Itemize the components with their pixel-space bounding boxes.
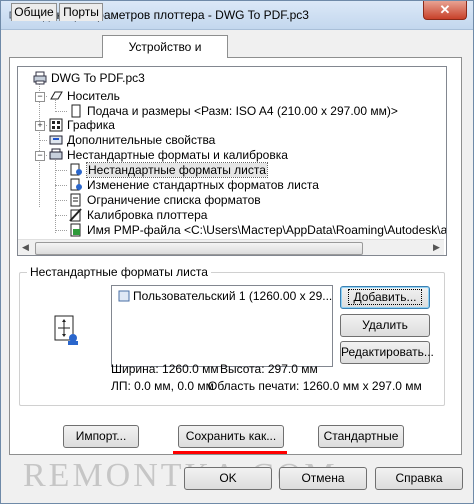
plotter-config-editor-window: Редактор параметров плоттера - DWG To PD… bbox=[0, 0, 474, 504]
plotter-icon bbox=[33, 71, 47, 85]
custom-sheet-large-icon bbox=[54, 315, 78, 345]
close-button[interactable]: ✕ bbox=[423, 1, 467, 20]
group-title: Нестандартные форматы листа bbox=[27, 265, 211, 279]
tree-item-plotter-calibration[interactable]: Калибровка плоттера bbox=[69, 208, 207, 223]
collapse-custom-formats-toggle[interactable]: − bbox=[35, 151, 45, 161]
close-icon: ✕ bbox=[439, 2, 451, 17]
tab-general[interactable]: Общие bbox=[11, 3, 57, 21]
paper-icon bbox=[71, 104, 81, 118]
tree-item-graphics[interactable]: Графика bbox=[49, 118, 115, 133]
collapse-media-toggle[interactable]: − bbox=[35, 92, 45, 102]
tree-item-pc3-file[interactable]: DWG To PDF.pc3 bbox=[33, 71, 145, 86]
properties-icon bbox=[49, 135, 63, 145]
tree-item-modify-standard-sheets[interactable]: Изменение стандартных форматов листа bbox=[69, 178, 319, 193]
scroll-right-icon[interactable]: ▶ bbox=[429, 240, 444, 255]
tree-item-custom-formats-calibration[interactable]: Нестандартные форматы и калибровка bbox=[49, 148, 288, 163]
tab-device-and-document[interactable]: Устройство и документ bbox=[102, 35, 228, 76]
height-readout: Высота: 297.0 мм bbox=[220, 362, 318, 376]
margins-readout: ЛП: 0.0 мм, 0.0 мм bbox=[111, 379, 214, 393]
ok-button[interactable]: OK bbox=[184, 467, 272, 490]
custom-formats-icon bbox=[49, 148, 63, 160]
list-item[interactable]: Пользовательский 1 (1260.00 x 29... bbox=[118, 289, 332, 303]
help-button[interactable]: Справка bbox=[375, 467, 463, 490]
calibration-icon bbox=[69, 208, 82, 222]
defaults-button[interactable]: Стандартные bbox=[318, 425, 404, 448]
expand-graphics-toggle[interactable]: + bbox=[35, 121, 45, 131]
tab-ports[interactable]: Порты bbox=[59, 3, 103, 21]
edit-button[interactable]: Редактировать... bbox=[340, 341, 434, 364]
width-readout: Ширина: 1260.0 мм bbox=[111, 362, 219, 376]
delete-button[interactable]: Удалить bbox=[340, 314, 430, 337]
custom-sizes-list[interactable]: Пользовательский 1 (1260.00 x 29... bbox=[111, 285, 333, 367]
scroll-thumb[interactable] bbox=[35, 242, 363, 255]
tree-item-extra-properties[interactable]: Дополнительные свойства bbox=[49, 133, 215, 148]
scroll-left-icon[interactable]: ◀ bbox=[18, 240, 33, 255]
add-button[interactable]: Добавить... bbox=[340, 286, 430, 309]
cancel-button[interactable]: Отмена bbox=[279, 467, 367, 490]
save-as-button[interactable]: Сохранить как... bbox=[178, 425, 284, 448]
graphics-icon bbox=[49, 118, 63, 132]
tree-item-pmp-file[interactable]: Имя PMP-файла <C:\Users\Мастер\AppData\R… bbox=[69, 223, 446, 238]
tree-item-custom-sheet-sizes[interactable]: Нестандартные форматы листа bbox=[69, 162, 268, 178]
filter-icon bbox=[70, 193, 81, 207]
modify-sheet-icon bbox=[70, 178, 82, 191]
settings-tree[interactable]: − + − DWG To PDF.pc3 Носитель Подача и р… bbox=[17, 66, 447, 256]
tree-item-paper-size[interactable]: Подача и размеры <Разм: ISO A4 (210.00 x… bbox=[69, 104, 398, 119]
tree-horizontal-scrollbar[interactable]: ◀ ▶ bbox=[18, 239, 444, 255]
media-icon bbox=[50, 91, 63, 100]
tree-item-filter-formats[interactable]: Ограничение списка форматов bbox=[69, 193, 261, 208]
tree-item-media[interactable]: Носитель bbox=[49, 89, 120, 104]
print-area-readout: Область печати: 1260.0 мм x 297.0 мм bbox=[208, 379, 422, 393]
highlight-underline bbox=[173, 451, 287, 454]
sheet-icon bbox=[118, 290, 130, 302]
pmp-icon bbox=[70, 223, 81, 237]
custom-sheet-icon bbox=[70, 163, 82, 176]
import-button[interactable]: Импорт... bbox=[63, 425, 139, 448]
